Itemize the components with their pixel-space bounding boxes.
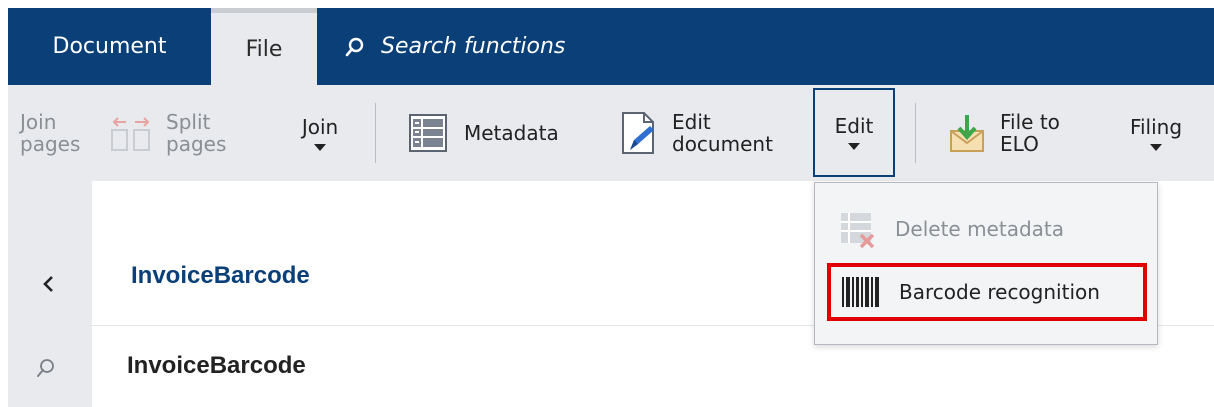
split-pages-label-2: pages (166, 132, 227, 156)
join-pages-button[interactable]: Join pages (20, 85, 90, 181)
document-title: InvoiceBarcode (131, 262, 310, 289)
ribbon-toolbar: Join pages Split pages Join Metadata Edi… (8, 85, 1214, 181)
delete-metadata-icon (841, 213, 875, 249)
top-bar: Document File Search functions (8, 8, 1214, 85)
edit-dropdown-menu: Delete metadata Barcode recognition (814, 182, 1158, 345)
split-pages-label-1: Split (166, 110, 211, 134)
file-to-elo-label-2: ELO (1000, 132, 1039, 156)
search-functions-label: Search functions (381, 34, 566, 59)
chevron-down-icon (1150, 143, 1162, 151)
file-to-elo-button[interactable]: File to ELO (948, 85, 1098, 181)
delete-metadata-menu-item[interactable]: Delete metadata (827, 200, 1147, 258)
edit-label: Edit (834, 114, 874, 138)
edit-document-button[interactable]: Edit document (620, 85, 800, 181)
join-pages-label-2: pages (20, 132, 81, 156)
chevron-down-icon (848, 143, 860, 150)
split-pages-icon (111, 117, 150, 151)
join-dropdown-button[interactable]: Join (288, 85, 352, 181)
tab-file[interactable]: File (211, 8, 317, 85)
barcode-icon (842, 277, 879, 307)
filing-label: Filing (1129, 114, 1183, 139)
edit-document-label-2: document (672, 132, 773, 156)
edit-document-icon (622, 112, 654, 154)
delete-metadata-label: Delete metadata (895, 217, 1065, 241)
split-pages-button[interactable]: Split pages (108, 85, 268, 181)
search-functions[interactable]: Search functions (345, 8, 565, 85)
edit-document-label-1: Edit (672, 110, 711, 134)
search-icon (345, 37, 364, 56)
barcode-recognition-label: Barcode recognition (899, 280, 1100, 304)
chevron-left-icon[interactable] (40, 275, 58, 293)
join-label: Join (301, 114, 339, 139)
toolbar-divider (915, 103, 916, 163)
metadata-label: Metadata (464, 121, 559, 145)
toolbar-divider (375, 103, 376, 163)
filing-dropdown-button[interactable]: Filing (1116, 85, 1196, 181)
chevron-down-icon (314, 143, 326, 151)
search-icon[interactable] (36, 358, 56, 378)
search-result-title[interactable]: InvoiceBarcode (127, 352, 306, 380)
edit-dropdown-button[interactable]: Edit (813, 88, 895, 177)
file-to-elo-icon (950, 115, 984, 152)
metadata-button[interactable]: Metadata (408, 85, 598, 181)
metadata-icon (409, 114, 447, 152)
join-pages-label-1: Join (20, 110, 57, 134)
tab-document[interactable]: Document (8, 8, 211, 85)
barcode-recognition-menu-item[interactable]: Barcode recognition (827, 263, 1147, 321)
file-to-elo-label-1: File to (1000, 110, 1060, 134)
